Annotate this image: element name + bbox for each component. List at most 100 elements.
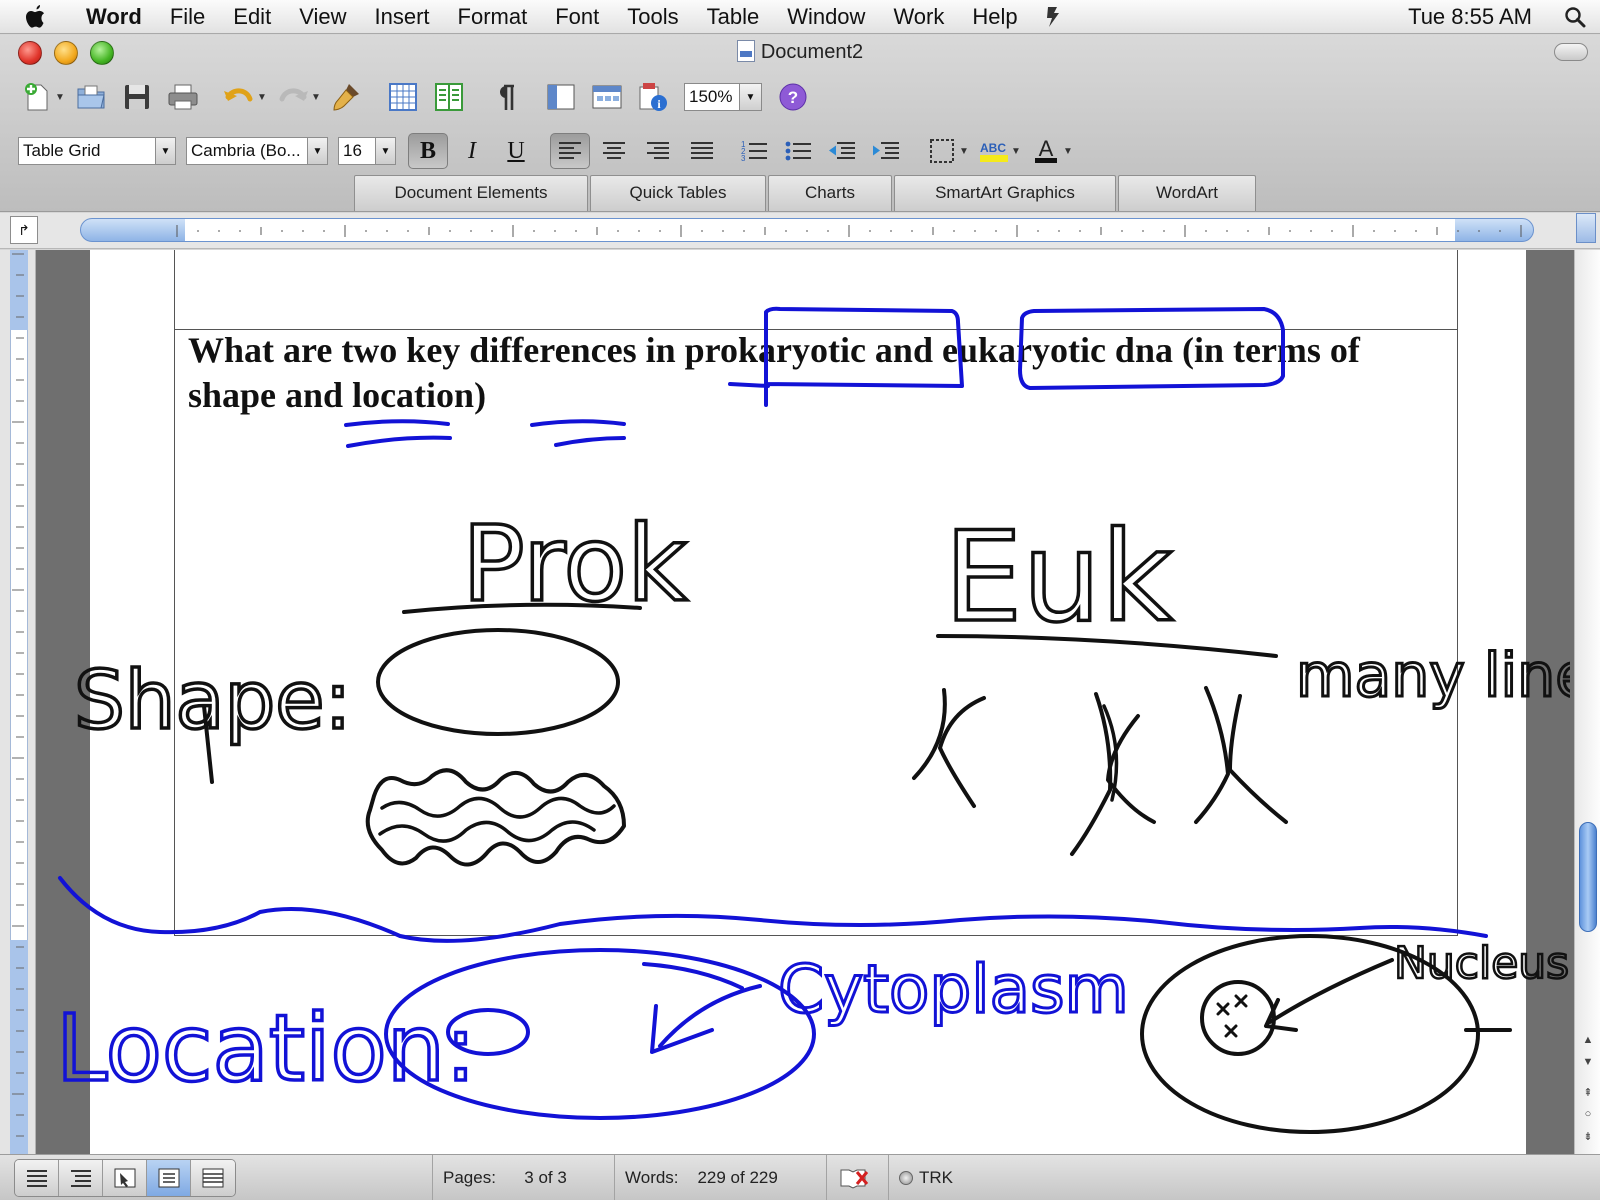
borders-dropdown[interactable]: ▼ [958,131,970,171]
track-changes-icon [899,1171,913,1185]
tab-document-elements[interactable]: Document Elements [354,175,588,211]
highlight-icon[interactable]: ABC [974,133,1014,169]
menu-app-word[interactable]: Word [72,0,156,34]
ink-cytoplasm-arrow [658,984,762,1048]
apple-icon[interactable] [0,0,72,34]
sidebar-icon[interactable] [538,77,584,117]
bulleted-list-icon[interactable] [778,133,818,169]
tab-stop-selector[interactable]: ↱ [10,216,38,244]
font-size-combo[interactable]: 16 [338,137,376,165]
previous-page-icon[interactable]: ⇞ [1579,1082,1597,1102]
scroll-up-icon[interactable]: ▲ [1579,1030,1597,1050]
ink-label-many-linear-strands-text: many linear strands [1296,641,1570,711]
undo-icon[interactable] [216,77,262,117]
ink-supercoiled-inner [380,796,616,819]
browse-object-icon[interactable]: ○ [1579,1104,1597,1124]
ink-nucleus-contents [1216,994,1248,1038]
media-browser-icon[interactable] [584,77,630,117]
notebook-layout-icon[interactable] [191,1160,235,1196]
svg-text:3: 3 [741,154,746,163]
font-color-icon[interactable]: A [1026,133,1066,169]
size-picker: 16 ▼ [338,137,396,165]
new-document-icon[interactable] [14,77,60,117]
outline-view-icon[interactable] [59,1160,103,1196]
ink-underline-location-2 [554,436,626,447]
underline-button[interactable]: U [496,133,536,169]
spotlight-icon[interactable] [1550,0,1600,34]
zoom-dropdown-icon[interactable]: ▼ [740,83,762,111]
ink-chromosome-1a [912,688,947,780]
toolbar-toggle-button[interactable] [1554,43,1588,61]
print-layout-icon[interactable] [147,1160,191,1196]
menu-edit[interactable]: Edit [219,0,285,34]
vertical-scrollbar[interactable]: ▲ ▼ ⇞ ○ ⇟ [1574,250,1600,1154]
spelling-status-icon[interactable] [826,1155,886,1200]
font-combo[interactable]: Cambria (Bo... [186,137,308,165]
menu-font[interactable]: Font [541,0,613,34]
print-icon[interactable] [160,77,206,117]
menu-help[interactable]: Help [958,0,1031,34]
horizontal-ruler[interactable] [80,218,1534,242]
page-count[interactable]: Pages: 3 of 3 [432,1155,612,1200]
zoom-input[interactable]: 150% [684,83,740,111]
borders-icon[interactable] [922,133,962,169]
tab-wordart[interactable]: WordArt [1118,175,1256,211]
italic-button[interactable]: I [452,133,492,169]
style-dropdown-icon[interactable]: ▼ [156,137,176,165]
menu-view[interactable]: View [285,0,360,34]
scrollbar-thumb[interactable] [1579,822,1597,932]
menu-tools[interactable]: Tools [613,0,692,34]
menu-table[interactable]: Table [693,0,774,34]
split-view-icon[interactable] [1576,213,1596,243]
ink-nucleus-arrow [1268,958,1394,1024]
numbered-list-icon[interactable]: 123 [734,133,774,169]
align-left-icon[interactable] [550,133,590,169]
window-toolbar-area: Document2 ▼ ▼ ▼ i 150% ▼ ? Table Grid ▼ … [0,35,1600,212]
scroll-down-icon[interactable]: ▼ [1579,1052,1597,1072]
draft-view-icon[interactable] [15,1160,59,1196]
menu-insert[interactable]: Insert [360,0,443,34]
show-formatting-icon[interactable] [482,77,528,117]
ink-circular-dna [376,628,620,736]
decrease-indent-icon[interactable] [822,133,862,169]
next-page-icon[interactable]: ⇟ [1579,1126,1597,1146]
ink-label-prok: Prok [462,503,687,625]
menu-file[interactable]: File [156,0,219,34]
menu-format[interactable]: Format [444,0,542,34]
toolbox-icon[interactable]: i [630,77,676,117]
tab-smartart-graphics[interactable]: SmartArt Graphics [894,175,1116,211]
word-count[interactable]: Words: 229 of 229 [614,1155,824,1200]
publishing-layout-icon[interactable] [103,1160,147,1196]
track-changes-indicator[interactable]: TRK [888,1155,968,1200]
insert-table-icon[interactable] [380,77,426,117]
menu-window[interactable]: Window [773,0,879,34]
tab-charts[interactable]: Charts [768,175,892,211]
justify-icon[interactable] [682,133,722,169]
highlight-dropdown[interactable]: ▼ [1010,131,1022,171]
menu-clock[interactable]: Tue 8:55 AM [1390,4,1550,30]
align-center-icon[interactable] [594,133,634,169]
zoom-control: 150% ▼ [684,82,762,112]
style-combo[interactable]: Table Grid [18,137,156,165]
redo-icon[interactable] [270,77,316,117]
columns-icon[interactable] [426,77,472,117]
align-right-icon[interactable] [638,133,678,169]
format-painter-icon[interactable] [324,77,370,117]
font-picker: Cambria (Bo... ▼ [186,137,328,165]
font-dropdown-icon[interactable]: ▼ [308,137,328,165]
menu-work[interactable]: Work [879,0,958,34]
tab-quick-tables[interactable]: Quick Tables [590,175,766,211]
increase-indent-icon[interactable] [866,133,906,169]
svg-text:A: A [1039,137,1054,161]
pages-value: 3 of 3 [524,1168,567,1187]
size-dropdown-icon[interactable]: ▼ [376,137,396,165]
script-menu-icon[interactable] [1032,0,1074,34]
window-title: Document2 [0,40,1600,64]
font-color-dropdown[interactable]: ▼ [1062,131,1074,171]
save-icon[interactable] [114,77,160,117]
ink-underline-shape-1 [344,419,450,427]
help-icon[interactable]: ? [770,77,816,117]
open-folder-icon[interactable] [68,77,114,117]
bold-button[interactable]: B [408,133,448,169]
words-label: Words: [625,1168,679,1187]
